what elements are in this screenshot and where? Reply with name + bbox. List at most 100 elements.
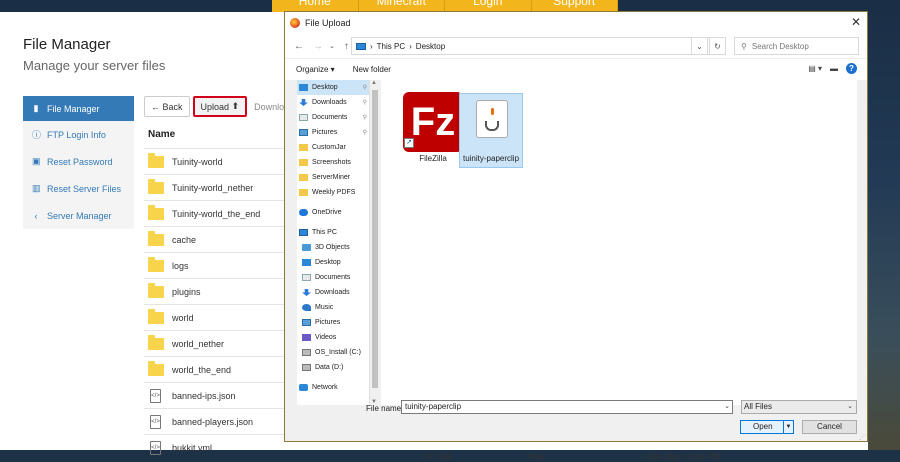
new-folder-button[interactable]: New folder xyxy=(353,65,391,74)
file-name[interactable]: Tuinity-world_the_end xyxy=(172,209,260,219)
tree-item-label: Screenshots xyxy=(312,159,351,166)
file-name-input[interactable]: tuinity-paperclip ⌄ xyxy=(401,400,733,414)
file-type-filter[interactable]: All Files ⌄ xyxy=(741,400,857,414)
pin-icon[interactable]: ⚲ xyxy=(363,129,367,136)
close-icon[interactable]: ✕ xyxy=(851,15,861,29)
sidebar-item-reset-password[interactable]: ▣ Reset Password xyxy=(23,148,134,175)
net-icon xyxy=(299,384,308,391)
tree-item-this-pc[interactable]: This PC xyxy=(297,225,369,240)
open-options-arrow-icon[interactable]: ▼ xyxy=(783,421,793,433)
breadcrumb-this-pc[interactable]: This PC xyxy=(377,42,405,51)
file-type-filter-value: All Files xyxy=(744,402,773,411)
search-input[interactable]: ⚲ Search Desktop xyxy=(734,37,859,55)
tree-item-downloads[interactable]: Downloads ⚲ xyxy=(297,95,369,110)
table-row[interactable]: world_the_end xyxy=(144,356,284,382)
change-view-icon[interactable]: ▤ ▾ xyxy=(808,64,822,73)
path-separator-icon: › xyxy=(370,41,373,51)
file-name[interactable]: world_the_end xyxy=(172,365,231,375)
file-name[interactable]: cache xyxy=(172,235,196,245)
fold-icon xyxy=(299,189,308,196)
table-row[interactable]: world_nether xyxy=(144,330,284,356)
breadcrumb-desktop[interactable]: Desktop xyxy=(416,42,445,51)
tree-item-label: Network xyxy=(312,384,338,391)
column-header-name[interactable]: Name xyxy=(148,129,175,140)
chevron-down-icon[interactable]: ⌄ xyxy=(724,401,730,413)
tree-item-3d-objects[interactable]: 3D Objects xyxy=(297,240,369,255)
sidebar-item-reset-server-files[interactable]: ▥ Reset Server Files xyxy=(23,175,134,202)
table-row[interactable]: Tuinity-world_nether xyxy=(144,174,284,200)
back-button[interactable]: ← Back xyxy=(144,96,190,117)
table-row[interactable]: Tuinity-world_the_end xyxy=(144,200,284,226)
fold-icon xyxy=(299,159,308,166)
file-name[interactable]: banned-ips.json xyxy=(172,391,236,401)
table-row[interactable]: </> bukkit.yml xyxy=(144,434,284,460)
tree-item-network[interactable]: Network xyxy=(297,380,369,395)
arrow-left-icon: ← xyxy=(151,101,163,112)
address-dropdown-icon[interactable]: ⌄ xyxy=(691,37,708,55)
back-arrow-icon[interactable]: ← xyxy=(294,41,304,52)
table-row[interactable]: plugins xyxy=(144,278,284,304)
file-name[interactable]: banned-players.json xyxy=(172,417,253,427)
tree-item-serverminer[interactable]: ServerMiner xyxy=(297,170,369,185)
pin-icon[interactable]: ⚲ xyxy=(363,84,367,91)
cancel-button[interactable]: Cancel xyxy=(802,420,857,434)
address-box[interactable]: › This PC › Desktop xyxy=(351,37,726,55)
scroll-up-icon[interactable]: ▲ xyxy=(371,80,377,86)
table-row[interactable]: </> banned-ips.json xyxy=(144,382,284,408)
file-name[interactable]: world_nether xyxy=(172,339,224,349)
help-icon[interactable]: ? xyxy=(846,63,857,74)
pin-icon[interactable]: ⚲ xyxy=(363,99,367,106)
tree-item-data-d[interactable]: Data (D:) xyxy=(297,360,369,375)
page-title: File Manager xyxy=(23,36,111,53)
file-name[interactable]: Tuinity-world_nether xyxy=(172,183,253,193)
dialog-titlebar[interactable]: File Upload ✕ xyxy=(285,12,867,34)
resize-grip-icon[interactable]: ⋰ xyxy=(859,434,865,441)
music-icon xyxy=(302,304,311,311)
tree-item-pictures[interactable]: Pictures xyxy=(297,315,369,330)
organize-menu[interactable]: Organize ▾ xyxy=(296,65,335,74)
file-name[interactable]: logs xyxy=(172,261,189,271)
tree-item-screenshots[interactable]: Screenshots xyxy=(297,155,369,170)
tree-item-onedrive[interactable]: OneDrive xyxy=(297,205,369,220)
file-name[interactable]: plugins xyxy=(172,287,201,297)
sidebar-item-file-manager[interactable]: ▮ File Manager xyxy=(23,96,134,121)
up-arrow-icon[interactable]: ↑ xyxy=(344,41,349,52)
refresh-icon[interactable]: ↻ xyxy=(709,37,726,55)
sidebar-item-ftp-login-info[interactable]: ⓘ FTP Login Info xyxy=(23,121,134,148)
file-name[interactable]: world xyxy=(172,313,194,323)
file-view: Fz ↗ FileZilla tuinity-paperclip xyxy=(381,80,857,405)
cloud-icon xyxy=(299,209,308,216)
tree-item-pictures[interactable]: Pictures ⚲ xyxy=(297,125,369,140)
upload-button[interactable]: Upload ⬆ xyxy=(192,96,248,117)
forward-arrow-icon[interactable]: → xyxy=(313,41,323,52)
navigation-scrollbar[interactable]: ▲ ▼ xyxy=(369,80,379,405)
table-row[interactable]: world xyxy=(144,304,284,330)
table-row[interactable]: </> banned-players.json xyxy=(144,408,284,434)
tree-item-videos[interactable]: Videos xyxy=(297,330,369,345)
tree-item-downloads[interactable]: Downloads xyxy=(297,285,369,300)
tree-item-weekly-pdfs[interactable]: Weekly PDFS xyxy=(297,185,369,200)
file-name[interactable]: bukkit.yml xyxy=(172,443,212,453)
tree-item-desktop[interactable]: Desktop xyxy=(297,255,369,270)
file-item-tuinity-paperclip[interactable]: tuinity-paperclip xyxy=(459,93,523,168)
tree-item-desktop[interactable]: Desktop ⚲ xyxy=(297,80,369,95)
pin-icon[interactable]: ⚲ xyxy=(363,114,367,121)
scroll-thumb[interactable] xyxy=(372,90,378,388)
sidebar-item-server-manager[interactable]: ‹ Server Manager xyxy=(23,202,134,229)
tree-item-documents[interactable]: Documents xyxy=(297,270,369,285)
table-row[interactable]: logs xyxy=(144,252,284,278)
table-row[interactable]: cache xyxy=(144,226,284,252)
tree-item-label: Pictures xyxy=(312,129,338,136)
tree-item-documents[interactable]: Documents ⚲ xyxy=(297,110,369,125)
file-name[interactable]: Tuinity-world xyxy=(172,157,223,167)
tree-item-customjar[interactable]: CustomJar xyxy=(297,140,369,155)
open-button[interactable]: Open ▼ xyxy=(740,420,794,434)
table-row[interactable]: Tuinity-world xyxy=(144,148,284,174)
tree-item-label: Weekly PDFS xyxy=(312,189,356,196)
file-item-label: tuinity-paperclip xyxy=(462,154,520,163)
tree-item-os-install-c[interactable]: OS_Install (C:) xyxy=(297,345,369,360)
tree-item-label: Music xyxy=(315,304,334,311)
tree-item-music[interactable]: Music xyxy=(297,300,369,315)
preview-pane-icon[interactable]: ▬ xyxy=(830,64,838,73)
recent-locations-icon[interactable]: ⌄ xyxy=(329,42,335,50)
